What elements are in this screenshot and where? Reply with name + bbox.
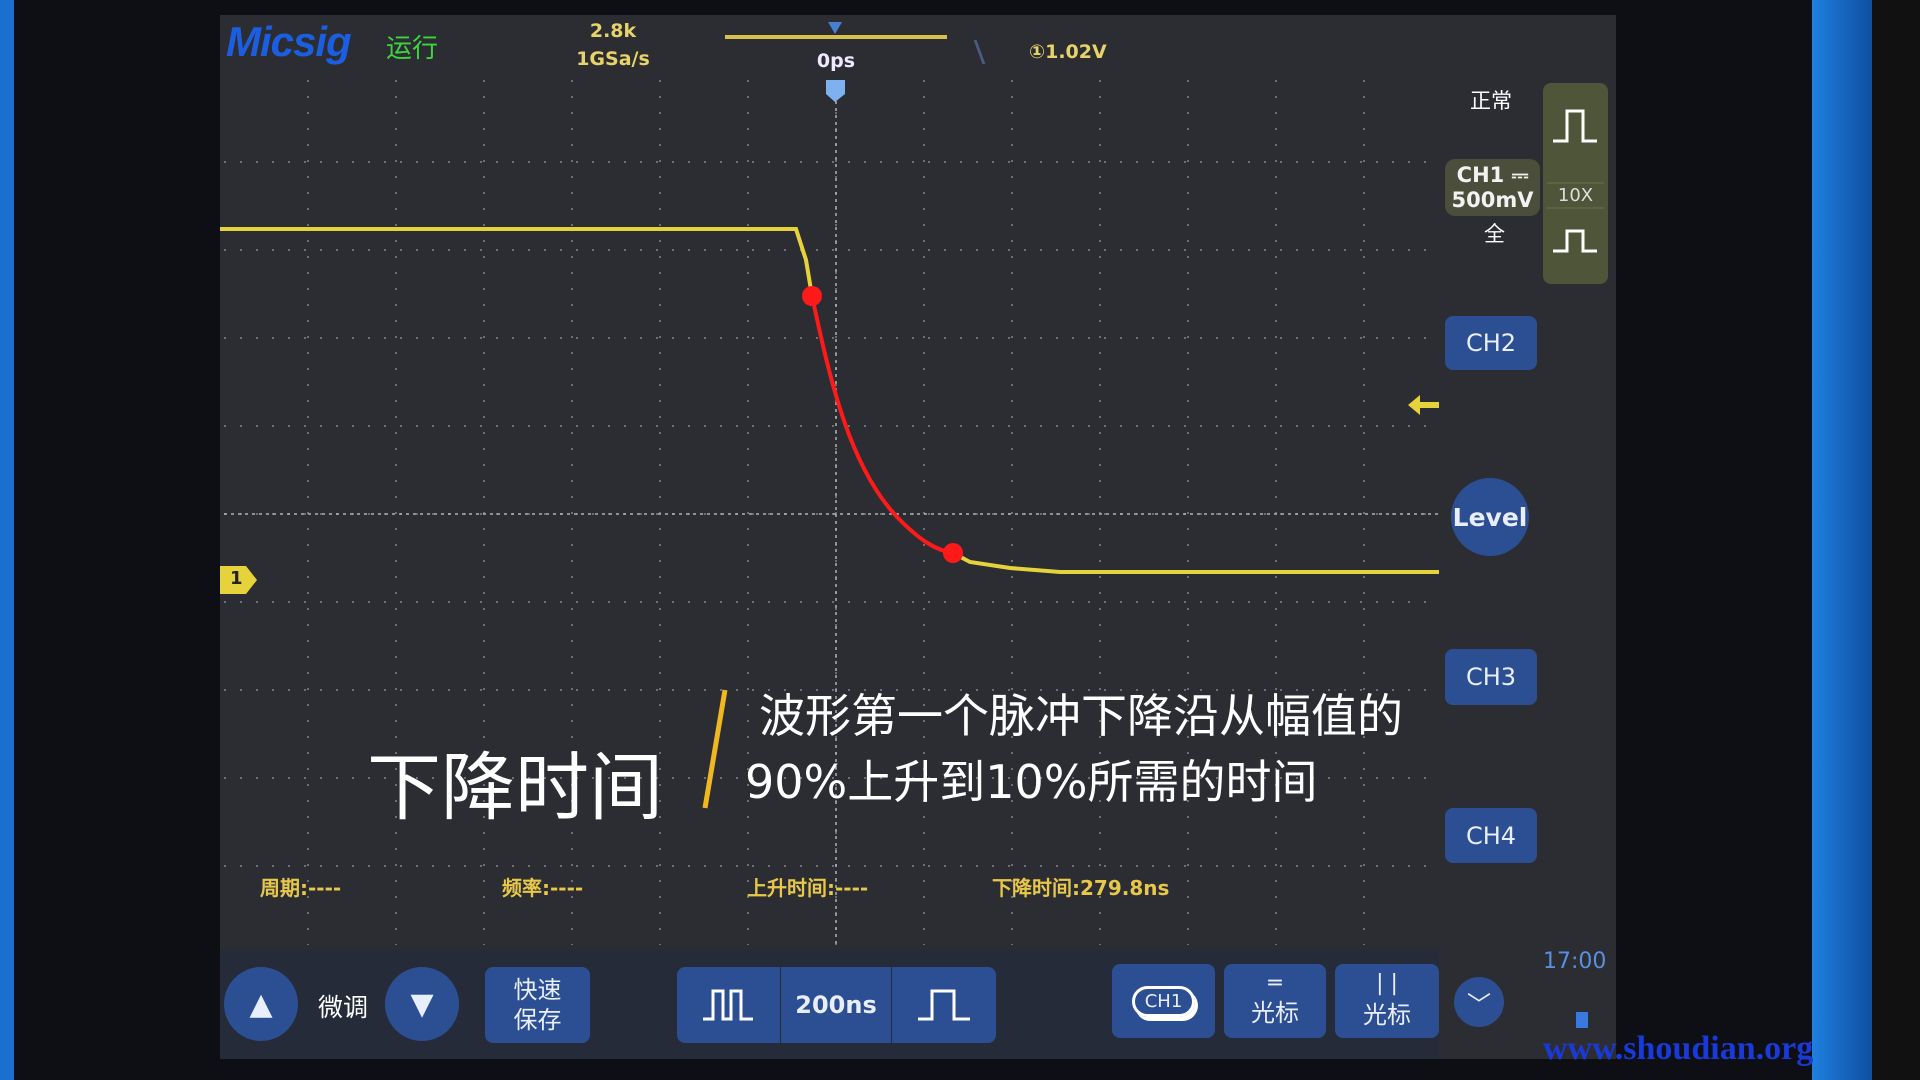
measurement-period[interactable]: 周期:---- xyxy=(260,872,341,901)
overlay-line-2: 90%上升到10%所需的时间 xyxy=(745,755,1318,809)
ch1-trace xyxy=(220,227,814,297)
quick-save-button[interactable]: 快速保存 xyxy=(485,967,590,1043)
expand-menu-button[interactable]: ﹀ xyxy=(1454,977,1504,1027)
trigger-level-value: 1.02V xyxy=(1045,41,1107,63)
vertical-cursor-icon: | | xyxy=(1376,970,1398,996)
trigger-mode[interactable]: 正常 xyxy=(1470,85,1512,115)
position-marker-icon xyxy=(828,22,842,34)
watermark: www.shoudian.org xyxy=(1543,1030,1814,1067)
memory-depth: 2.8k xyxy=(589,20,637,42)
overlay-title: 下降时间 xyxy=(367,745,663,831)
bandwidth-limit[interactable]: 全 xyxy=(1484,218,1505,248)
up-triangle-icon: ▲ xyxy=(249,986,273,1022)
trigger-position-icon xyxy=(826,80,845,102)
vertical-cursor-label: 光标 xyxy=(1363,1000,1411,1029)
horizontal-cursor-label: 光标 xyxy=(1251,998,1299,1027)
trigger-level[interactable]: ①1.02V xyxy=(1029,41,1107,63)
brand-logo: Micsig xyxy=(226,18,352,65)
single-pulse-icon xyxy=(918,989,970,1021)
measurement-rise-time[interactable]: 上升时间:---- xyxy=(747,872,868,901)
trigger-level-arrow-icon xyxy=(1408,395,1439,415)
ch1-label: CH1 xyxy=(1456,163,1505,187)
probe-panel: 10X xyxy=(1543,83,1608,284)
waveform-plot xyxy=(220,22,1439,945)
horizontal-cursor-icon: ═ xyxy=(1268,970,1282,996)
clock: 17:00 xyxy=(1543,949,1607,974)
dc-coupling-icon: ⎓ xyxy=(1511,163,1529,187)
ch1-settings-button[interactable]: CH1 ⎓ 500mV xyxy=(1445,159,1540,216)
vertical-cursor-button[interactable]: | | 光标 xyxy=(1335,964,1439,1038)
90-percent-point xyxy=(802,286,822,306)
overlay-line-1: 波形第一个脉冲下降沿从幅值的 xyxy=(759,689,1403,743)
battery-icon xyxy=(1576,1012,1588,1028)
horizontal-cursor-button[interactable]: ═ 光标 xyxy=(1224,964,1326,1038)
multi-pulse-icon xyxy=(702,989,753,1021)
timebase-zoom-in-button[interactable] xyxy=(892,967,996,1043)
probe-ratio[interactable]: 10X xyxy=(1543,183,1608,208)
sample-rate[interactable]: 1GSa/s xyxy=(563,48,663,70)
chevron-down-icon: ﹀ xyxy=(1467,990,1491,1019)
ch1-icon: CH1 xyxy=(1131,985,1196,1017)
level-knob[interactable]: Level xyxy=(1451,478,1529,556)
timebase-zoom-out-button[interactable] xyxy=(677,967,780,1043)
timebase-value[interactable]: 200ns xyxy=(781,967,891,1043)
ch4-button[interactable]: CH4 xyxy=(1445,808,1537,863)
10-percent-point xyxy=(943,543,963,563)
ch1-scale: 500mV xyxy=(1451,188,1534,212)
ch1-select-button[interactable]: CH1 xyxy=(1112,964,1215,1038)
fine-tune-label: 微调 xyxy=(318,993,369,1022)
ch1-marker-label: 1 xyxy=(230,568,243,589)
down-triangle-icon: ▼ xyxy=(410,986,434,1022)
ch3-button[interactable]: CH3 xyxy=(1445,649,1537,705)
trigger-source-icon: ① xyxy=(1029,41,1046,63)
ch2-button[interactable]: CH2 xyxy=(1445,316,1537,370)
overlay-divider xyxy=(702,689,728,809)
ch1-trace-low xyxy=(952,551,1439,574)
time-offset[interactable]: 0ps xyxy=(786,50,886,72)
decrease-button[interactable]: ▼ xyxy=(385,967,459,1041)
measurement-frequency[interactable]: 频率:---- xyxy=(502,872,583,901)
measurement-fall-time[interactable]: 下降时间:279.8ns xyxy=(992,872,1169,901)
run-state[interactable]: 运行 xyxy=(386,28,438,65)
increase-button[interactable]: ▲ xyxy=(224,967,298,1041)
